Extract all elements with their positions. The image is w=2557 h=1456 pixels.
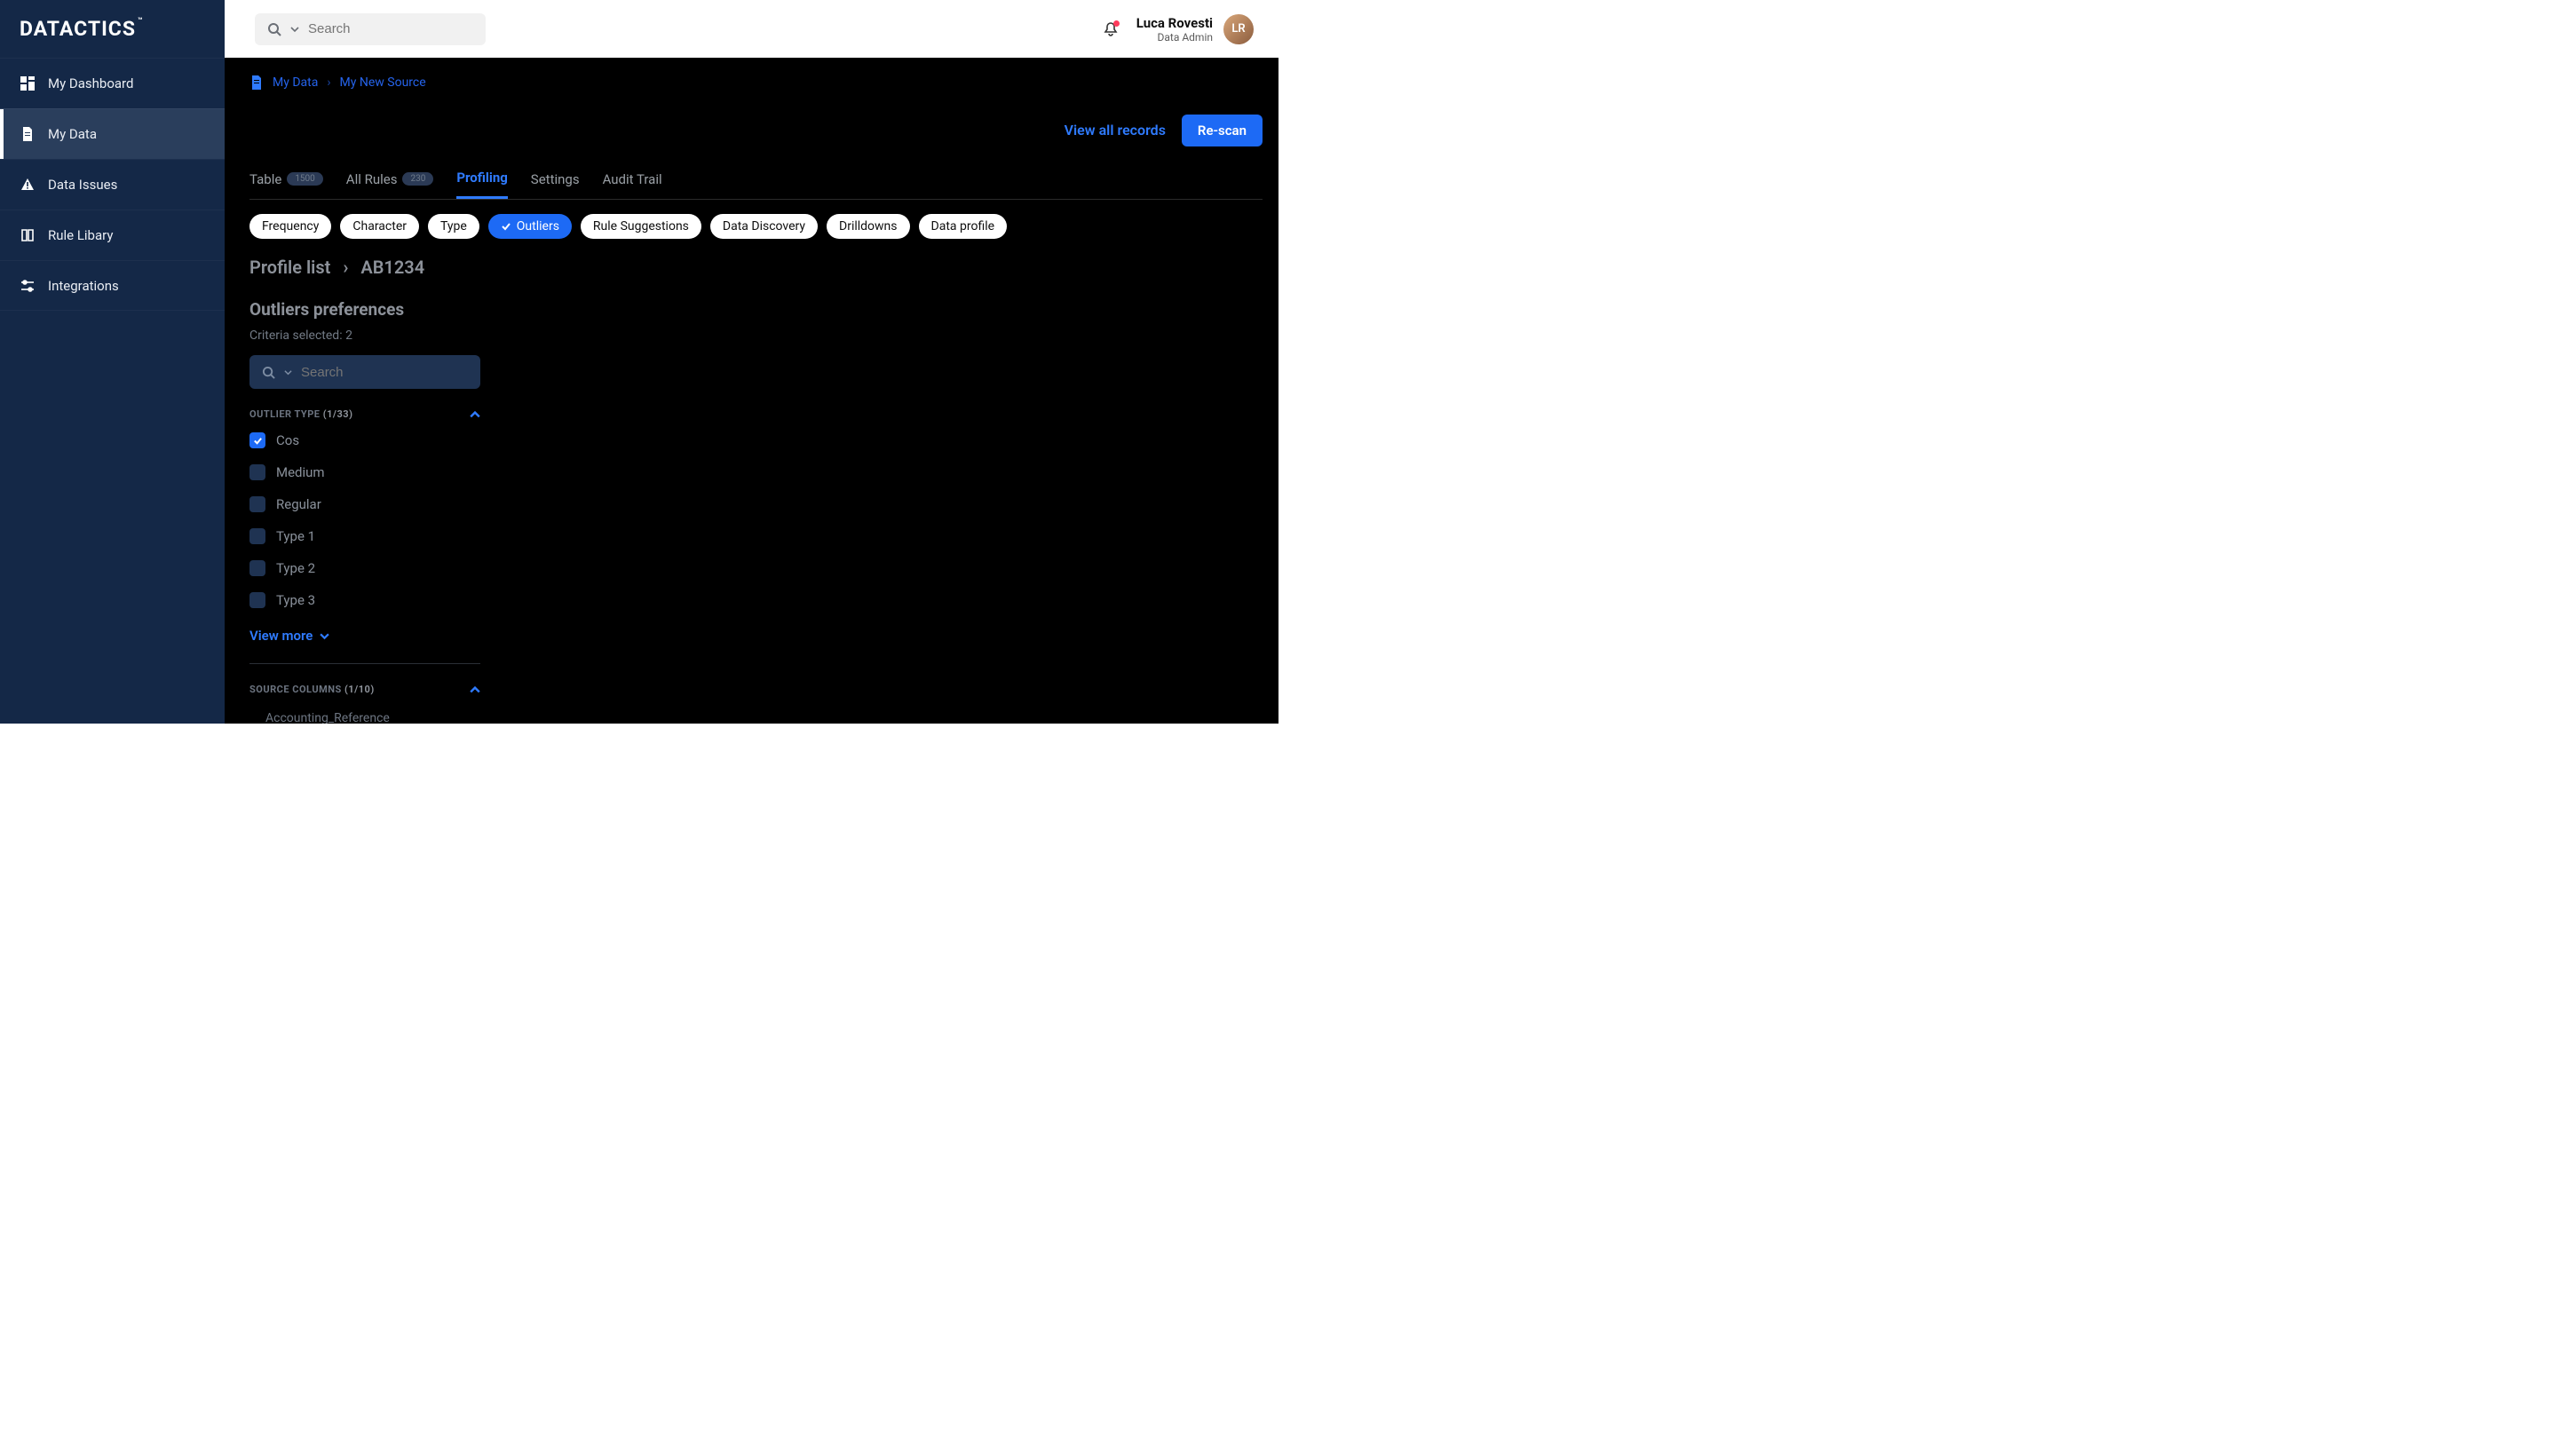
- checkbox-icon: [249, 592, 265, 608]
- logo: DATACTICS™: [0, 0, 225, 58]
- rescan-button[interactable]: Re-scan: [1182, 115, 1263, 146]
- sidebar-item-data-issues[interactable]: Data Issues: [0, 159, 225, 210]
- collapse-outlier-type[interactable]: [470, 409, 480, 420]
- check-cos[interactable]: Cos: [249, 432, 507, 448]
- check-type-2[interactable]: Type 2: [249, 560, 507, 576]
- checkbox-icon: [249, 432, 265, 448]
- search-icon: [262, 366, 275, 379]
- file-icon: [20, 126, 36, 142]
- search-box[interactable]: [255, 13, 486, 45]
- view-more-button[interactable]: View more: [249, 628, 507, 644]
- prefs-title: Outliers preferences: [249, 299, 507, 320]
- chevron-down-icon[interactable]: [284, 368, 292, 376]
- collapse-source-cols[interactable]: [470, 684, 480, 695]
- prefs-search[interactable]: [249, 355, 480, 389]
- chip-outliers[interactable]: Outliers: [488, 214, 572, 239]
- outlier-preferences: Outliers preferences Criteria selected: …: [249, 299, 507, 724]
- user-menu[interactable]: Luca Rovesti Data Admin LR: [1136, 14, 1254, 44]
- chip-data-profile[interactable]: Data profile: [919, 214, 1008, 239]
- sidebar: DATACTICS™ My Dashboard My Data Data Iss…: [0, 0, 225, 724]
- avatar: LR: [1223, 14, 1254, 44]
- user-name: Luca Rovesti: [1136, 15, 1213, 31]
- warning-icon: [20, 177, 36, 193]
- crumb-my-data[interactable]: My Data: [273, 75, 318, 90]
- nav-label: Integrations: [48, 278, 119, 294]
- chip-drilldowns[interactable]: Drilldowns: [827, 214, 910, 239]
- tab-profiling[interactable]: Profiling: [456, 170, 507, 199]
- sidebar-item-my-data[interactable]: My Data: [0, 108, 225, 159]
- criteria-selected: Criteria selected: 2: [249, 328, 507, 343]
- chip-data-discovery[interactable]: Data Discovery: [710, 214, 818, 239]
- tab-audit-trail[interactable]: Audit Trail: [603, 170, 662, 199]
- chip-type[interactable]: Type: [428, 214, 479, 239]
- notifications-button[interactable]: [1103, 21, 1119, 37]
- search-input[interactable]: [308, 21, 485, 36]
- sidebar-item-dashboard[interactable]: My Dashboard: [0, 58, 225, 108]
- tabs: Table1500 All Rules230 Profiling Setting…: [249, 170, 1263, 200]
- check-medium[interactable]: Medium: [249, 464, 507, 480]
- tab-table[interactable]: Table1500: [249, 170, 323, 199]
- nav-label: Data Issues: [48, 177, 117, 193]
- chevron-right-icon: ›: [343, 257, 348, 278]
- source-column-item[interactable]: Accounting_Reference: [249, 711, 507, 724]
- nav-label: My Data: [48, 126, 97, 142]
- checkbox-icon: [249, 560, 265, 576]
- sliders-icon: [20, 278, 36, 294]
- file-icon: [249, 75, 264, 90]
- sidebar-item-rule-library[interactable]: Rule Libary: [0, 210, 225, 260]
- notification-dot: [1113, 20, 1120, 27]
- prefs-search-input[interactable]: [301, 365, 478, 380]
- topbar: Luca Rovesti Data Admin LR: [225, 0, 1278, 58]
- checkbox-icon: [249, 528, 265, 544]
- chip-frequency[interactable]: Frequency: [249, 214, 331, 239]
- chevron-down-icon[interactable]: [290, 25, 299, 34]
- view-all-records-link[interactable]: View all records: [1061, 115, 1169, 146]
- tab-all-rules[interactable]: All Rules230: [346, 170, 434, 199]
- content: My Data › My New Source View all records…: [225, 58, 1278, 724]
- nav: My Dashboard My Data Data Issues Rule Li…: [0, 58, 225, 311]
- check-regular[interactable]: Regular: [249, 496, 507, 512]
- sidebar-item-integrations[interactable]: Integrations: [0, 260, 225, 311]
- check-type-1[interactable]: Type 1: [249, 528, 507, 544]
- nav-label: My Dashboard: [48, 75, 133, 91]
- chevron-right-icon: ›: [327, 75, 330, 90]
- checkbox-icon: [249, 496, 265, 512]
- checkbox-icon: [249, 464, 265, 480]
- dashboard-icon: [20, 75, 36, 91]
- check-type-3[interactable]: Type 3: [249, 592, 507, 608]
- nav-label: Rule Libary: [48, 227, 113, 243]
- search-icon: [267, 22, 281, 36]
- chip-rule-suggestions[interactable]: Rule Suggestions: [581, 214, 701, 239]
- book-icon: [20, 227, 36, 243]
- breadcrumb: My Data › My New Source: [249, 75, 1263, 90]
- chip-row: Frequency Character Type Outliers Rule Sugge…: [249, 214, 1263, 239]
- tab-settings[interactable]: Settings: [531, 170, 580, 199]
- crumb-source[interactable]: My New Source: [340, 75, 426, 90]
- user-role: Data Admin: [1136, 31, 1213, 44]
- profile-list-path: Profile list › AB1234: [249, 257, 1263, 278]
- chip-character[interactable]: Character: [340, 214, 419, 239]
